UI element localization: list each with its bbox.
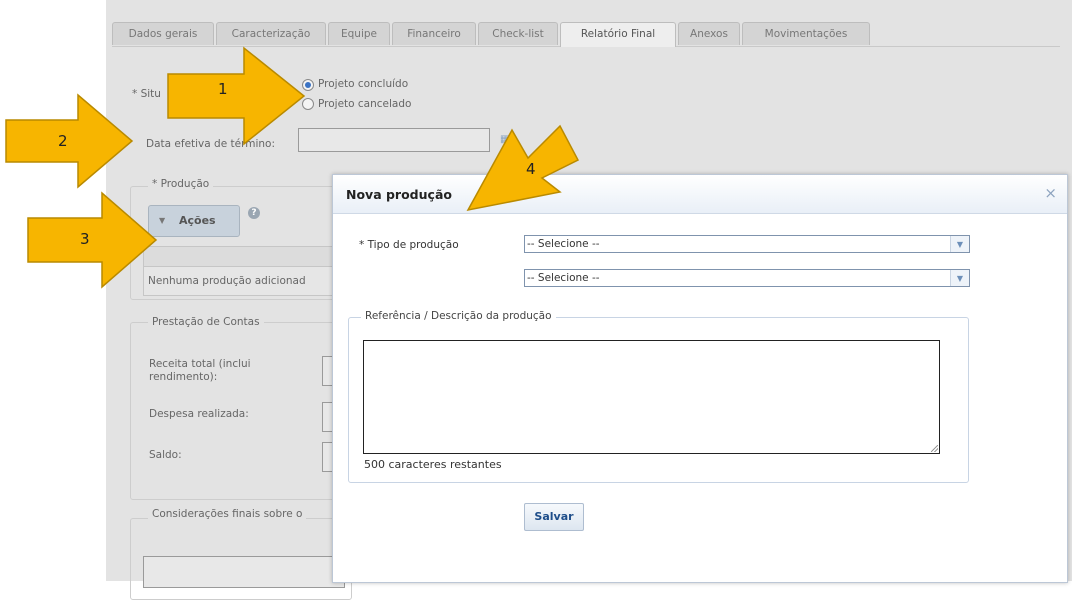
chevron-down-icon[interactable]: ▼	[950, 270, 969, 286]
tab-dados-gerais[interactable]: Dados gerais	[112, 22, 214, 45]
tab-movimentacoes[interactable]: Movimentações	[742, 22, 870, 45]
arrow-3-icon	[27, 191, 158, 289]
char-counter: 500 caracteres restantes	[364, 458, 502, 471]
projeto-concluido-label: Projeto concluído	[318, 78, 409, 90]
arrow-2-label: 2	[58, 132, 68, 150]
acoes-label: Ações	[179, 214, 216, 227]
tipo-producao-label: * Tipo de produção	[359, 239, 459, 251]
help-icon[interactable]: ?	[248, 207, 260, 219]
arrow-3-label: 3	[80, 230, 90, 248]
acoes-button[interactable]: ▼ Ações	[148, 205, 240, 237]
producao-list-header	[143, 246, 345, 268]
resize-handle[interactable]	[931, 445, 938, 452]
arrow-1-icon	[167, 46, 306, 146]
tab-relatorio-final[interactable]: Relatório Final	[560, 22, 676, 47]
tab-caracterizacao[interactable]: Caracterização	[216, 22, 326, 45]
tab-financeiro[interactable]: Financeiro	[392, 22, 476, 45]
despesa-label: Despesa realizada:	[149, 408, 249, 420]
receita-label-2: rendimento):	[149, 371, 218, 383]
tab-anexos[interactable]: Anexos	[678, 22, 740, 45]
tab-equipe[interactable]: Equipe	[328, 22, 390, 45]
close-icon[interactable]: ×	[1044, 184, 1057, 202]
prestacao-legend: Prestação de Contas	[148, 316, 264, 328]
consideracoes-legend: Considerações finais sobre o	[148, 508, 307, 520]
producao-list: Nenhuma produção adicionad	[143, 266, 345, 296]
referencia-fieldset: Referência / Descrição da produção 500 c…	[348, 310, 969, 483]
situacao-label: * Situ	[132, 88, 161, 100]
tab-check-list[interactable]: Check-list	[478, 22, 558, 45]
subtipo-producao-select-value: -- Selecione --	[527, 272, 600, 284]
dialog-header: Nova produção ×	[333, 175, 1067, 214]
saldo-label: Saldo:	[149, 449, 182, 461]
arrow-1-label: 1	[218, 80, 228, 98]
producao-legend: * Produção	[148, 178, 214, 190]
referencia-legend: Referência / Descrição da produção	[361, 310, 556, 322]
projeto-cancelado-label: Projeto cancelado	[318, 98, 412, 110]
subtipo-producao-select[interactable]: -- Selecione -- ▼	[524, 269, 970, 287]
tipo-producao-select-value: -- Selecione --	[527, 238, 600, 250]
producao-empty-text: Nenhuma produção adicionad	[148, 275, 306, 287]
nova-producao-dialog: Nova produção × * Tipo de produção -- Se…	[332, 174, 1068, 583]
save-button[interactable]: Salvar	[524, 503, 584, 531]
tipo-producao-select[interactable]: -- Selecione -- ▼	[524, 235, 970, 253]
dialog-title: Nova produção	[346, 187, 452, 202]
receita-label-1: Receita total (inclui	[149, 358, 251, 370]
arrow-4-label: 4	[526, 160, 536, 178]
referencia-textarea[interactable]	[363, 340, 940, 454]
arrow-4-icon	[466, 124, 580, 212]
arrow-2-icon	[5, 93, 134, 189]
consideracoes-textarea[interactable]	[143, 556, 345, 588]
chevron-down-icon[interactable]: ▼	[950, 236, 969, 252]
